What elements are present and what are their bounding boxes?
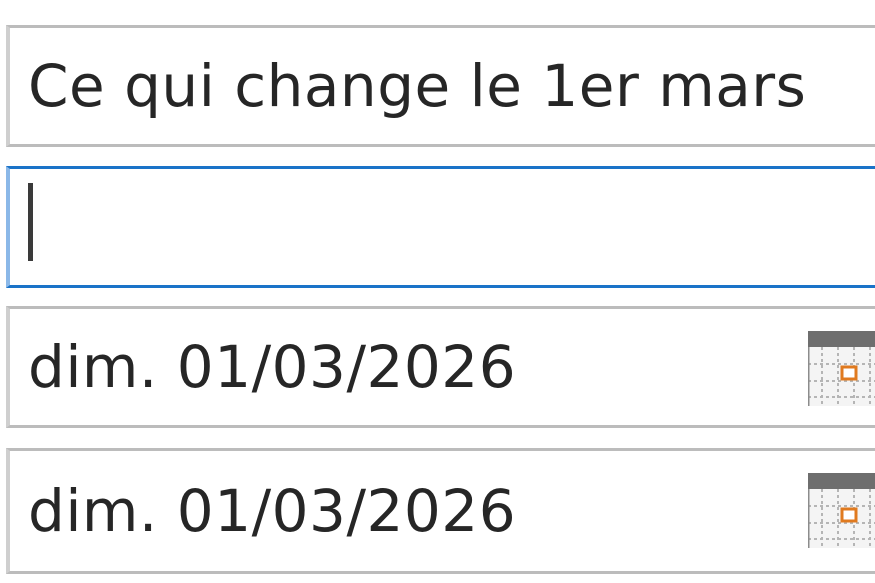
calendar-icon: [808, 331, 875, 406]
end-date-text: dim. 01/03/2026: [28, 477, 517, 545]
location-field[interactable]: [6, 166, 875, 288]
end-date-field[interactable]: dim. 01/03/2026: [6, 448, 875, 574]
start-date-text: dim. 01/03/2026: [28, 333, 517, 401]
end-date-picker-button[interactable]: [804, 473, 875, 548]
start-date-field[interactable]: dim. 01/03/2026: [6, 306, 875, 428]
start-date-picker-button[interactable]: [804, 331, 875, 406]
text-caret: [28, 183, 33, 261]
subject-text: Ce qui change le 1er mars: [28, 52, 807, 120]
subject-field[interactable]: Ce qui change le 1er mars: [6, 25, 875, 147]
calendar-icon: [808, 473, 875, 548]
